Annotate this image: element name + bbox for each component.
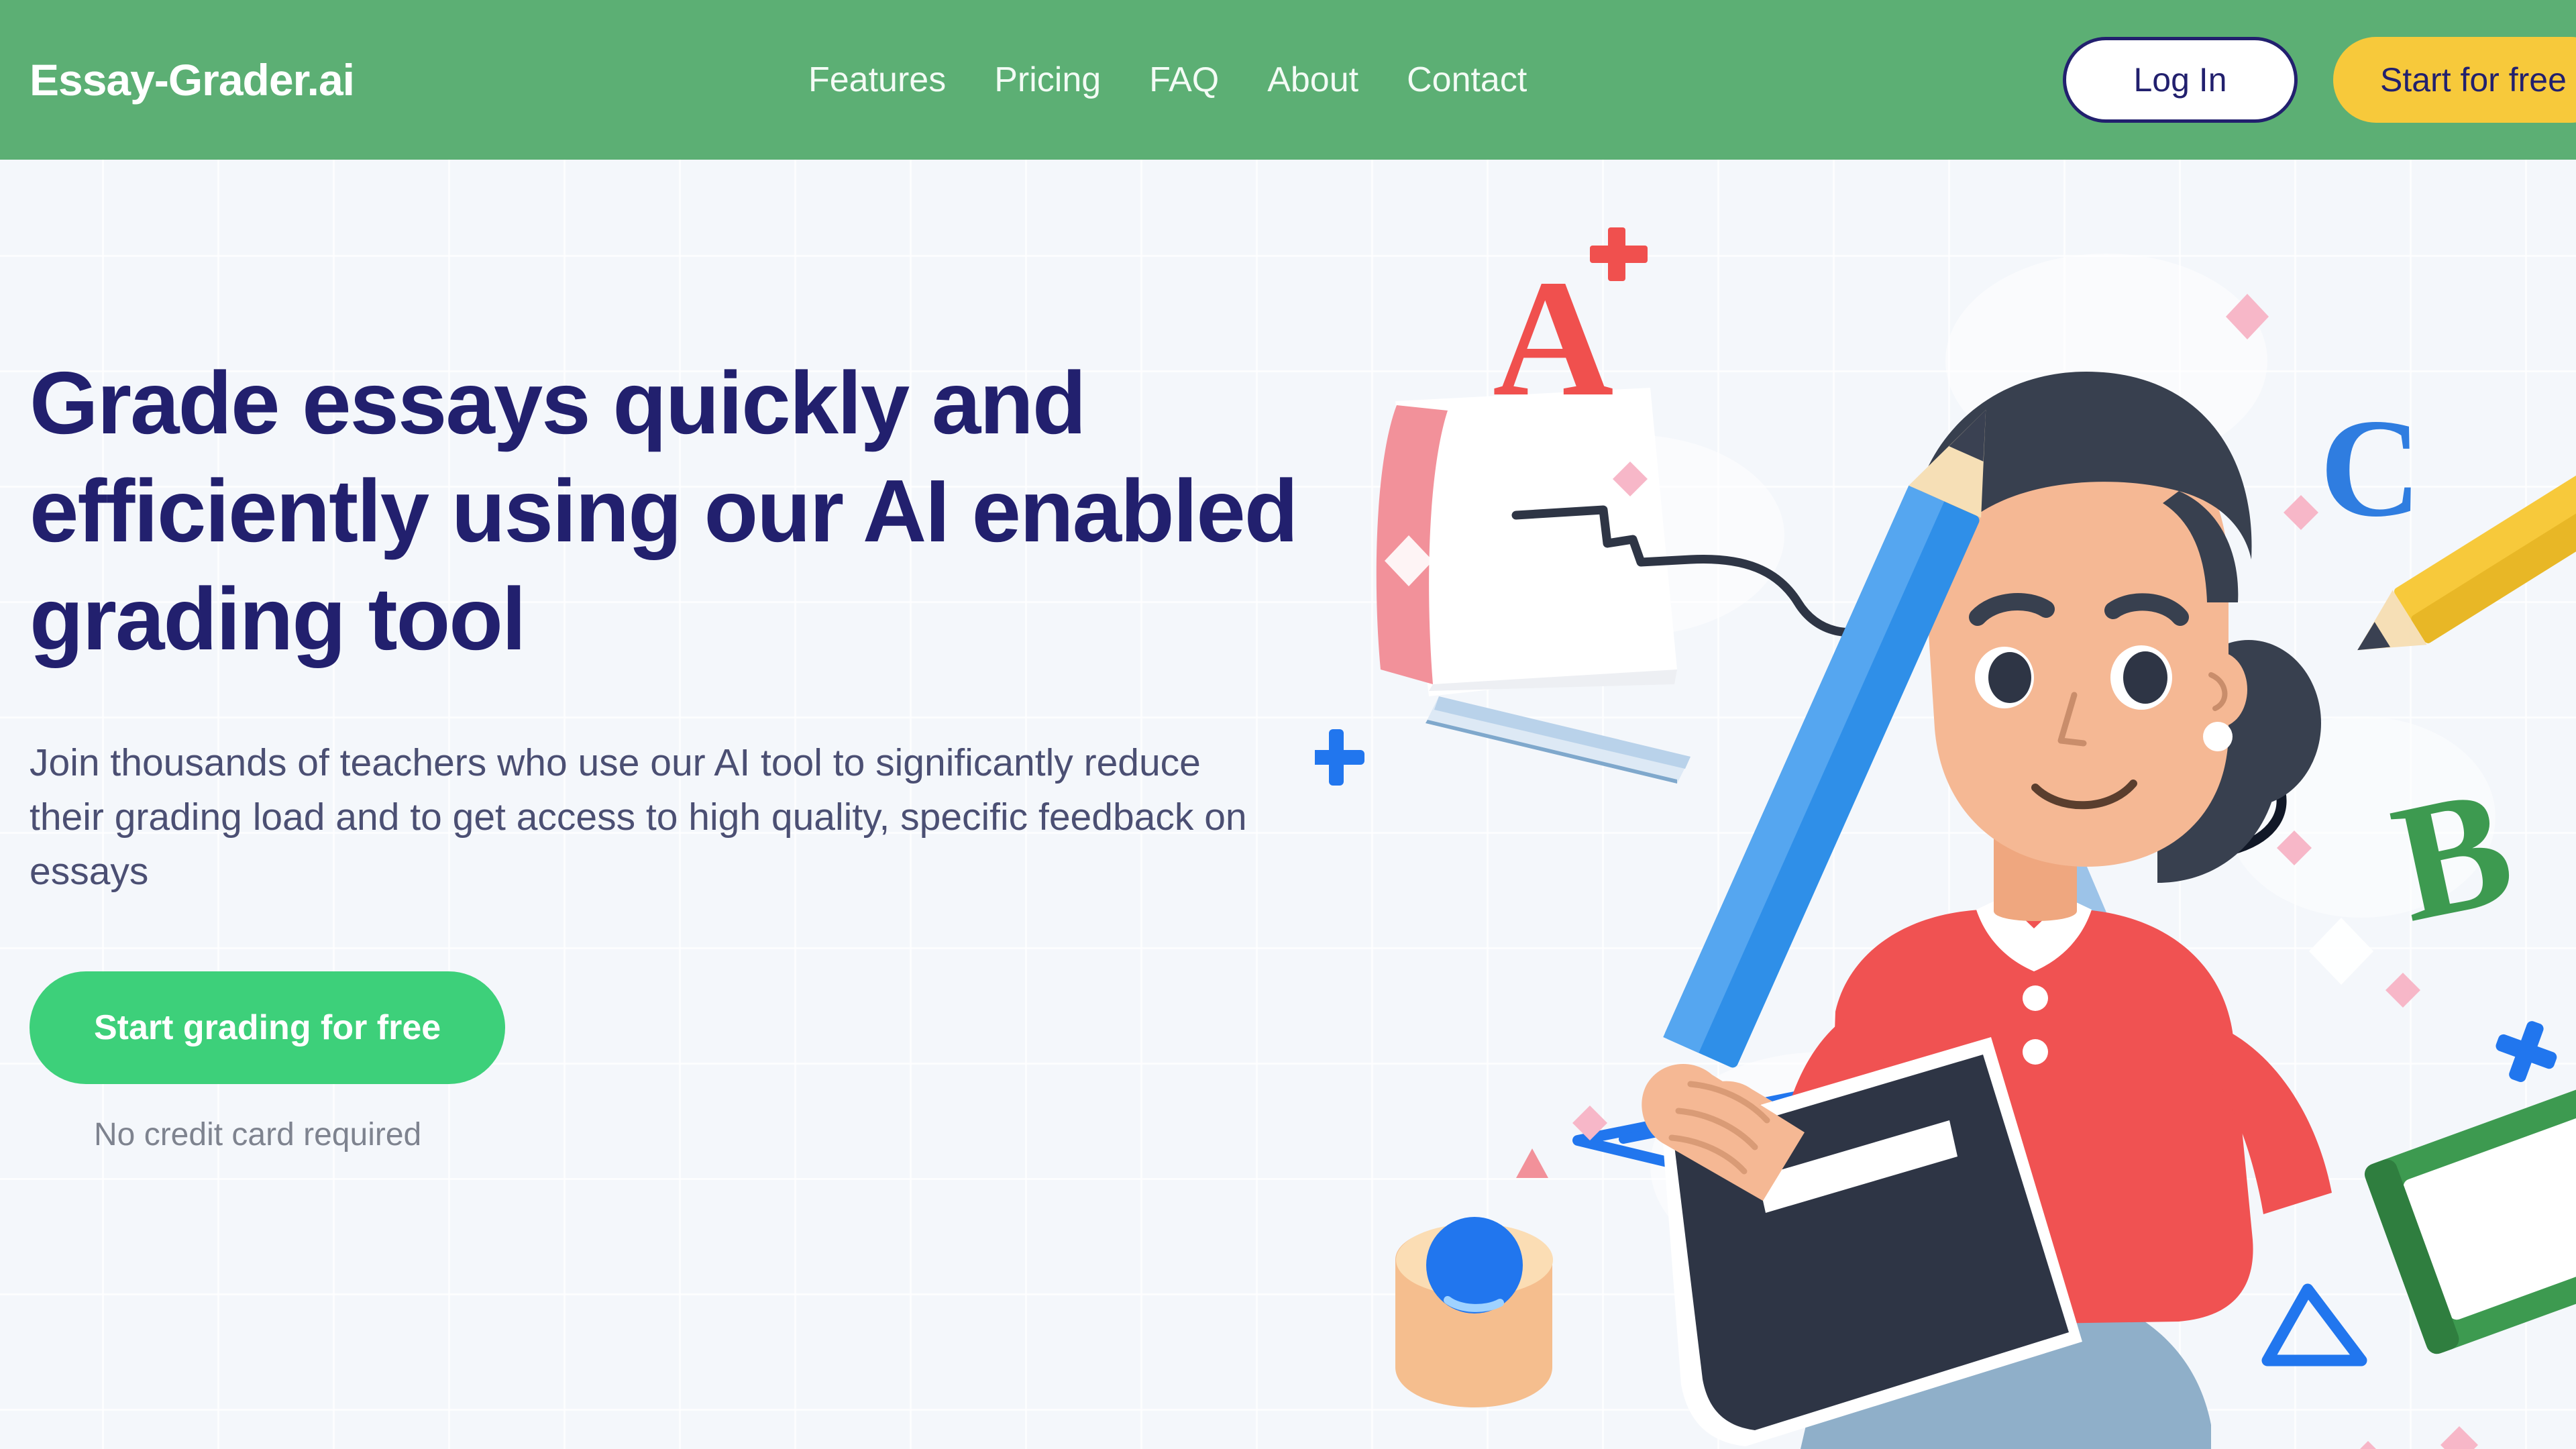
svg-text:A: A — [1493, 246, 1614, 431]
logo[interactable]: Essay-Grader.ai — [30, 54, 355, 105]
pencil-cup — [1395, 1217, 1553, 1407]
login-button[interactable]: Log In — [2063, 37, 2298, 123]
nav-item-pricing[interactable]: Pricing — [994, 60, 1101, 100]
nav-item-about[interactable]: About — [1267, 60, 1358, 100]
no-credit-card-note: No credit card required — [94, 1116, 422, 1152]
start-for-free-button[interactable]: Start for free — [2333, 37, 2576, 123]
nav-item-features[interactable]: Features — [808, 60, 946, 100]
site-header: Essay-Grader.ai Features Pricing FAQ Abo… — [0, 0, 2576, 160]
nav-item-faq[interactable]: FAQ — [1149, 60, 1219, 100]
plus-decor-right — [2496, 1021, 2557, 1082]
grade-b: B — [2379, 753, 2527, 958]
hero-subtitle: Join thousands of teachers who use our A… — [30, 741, 1247, 893]
nav-item-contact[interactable]: Contact — [1407, 60, 1527, 100]
main-navigation: Features Pricing FAQ About Contact — [808, 60, 1527, 100]
hero-illustration: A C B — [1315, 160, 2576, 1449]
page-title: Grade essays quickly and efficiently usi… — [30, 354, 1298, 669]
grade-c: C — [2320, 390, 2422, 546]
plus-decor-left — [1315, 729, 1364, 786]
hero-section: Grade essays quickly and efficiently usi… — [30, 349, 1304, 1153]
start-grading-button[interactable]: Start grading for free — [30, 971, 506, 1084]
triangle-outline-decor — [2261, 1283, 2367, 1366]
green-book — [2364, 1075, 2576, 1354]
